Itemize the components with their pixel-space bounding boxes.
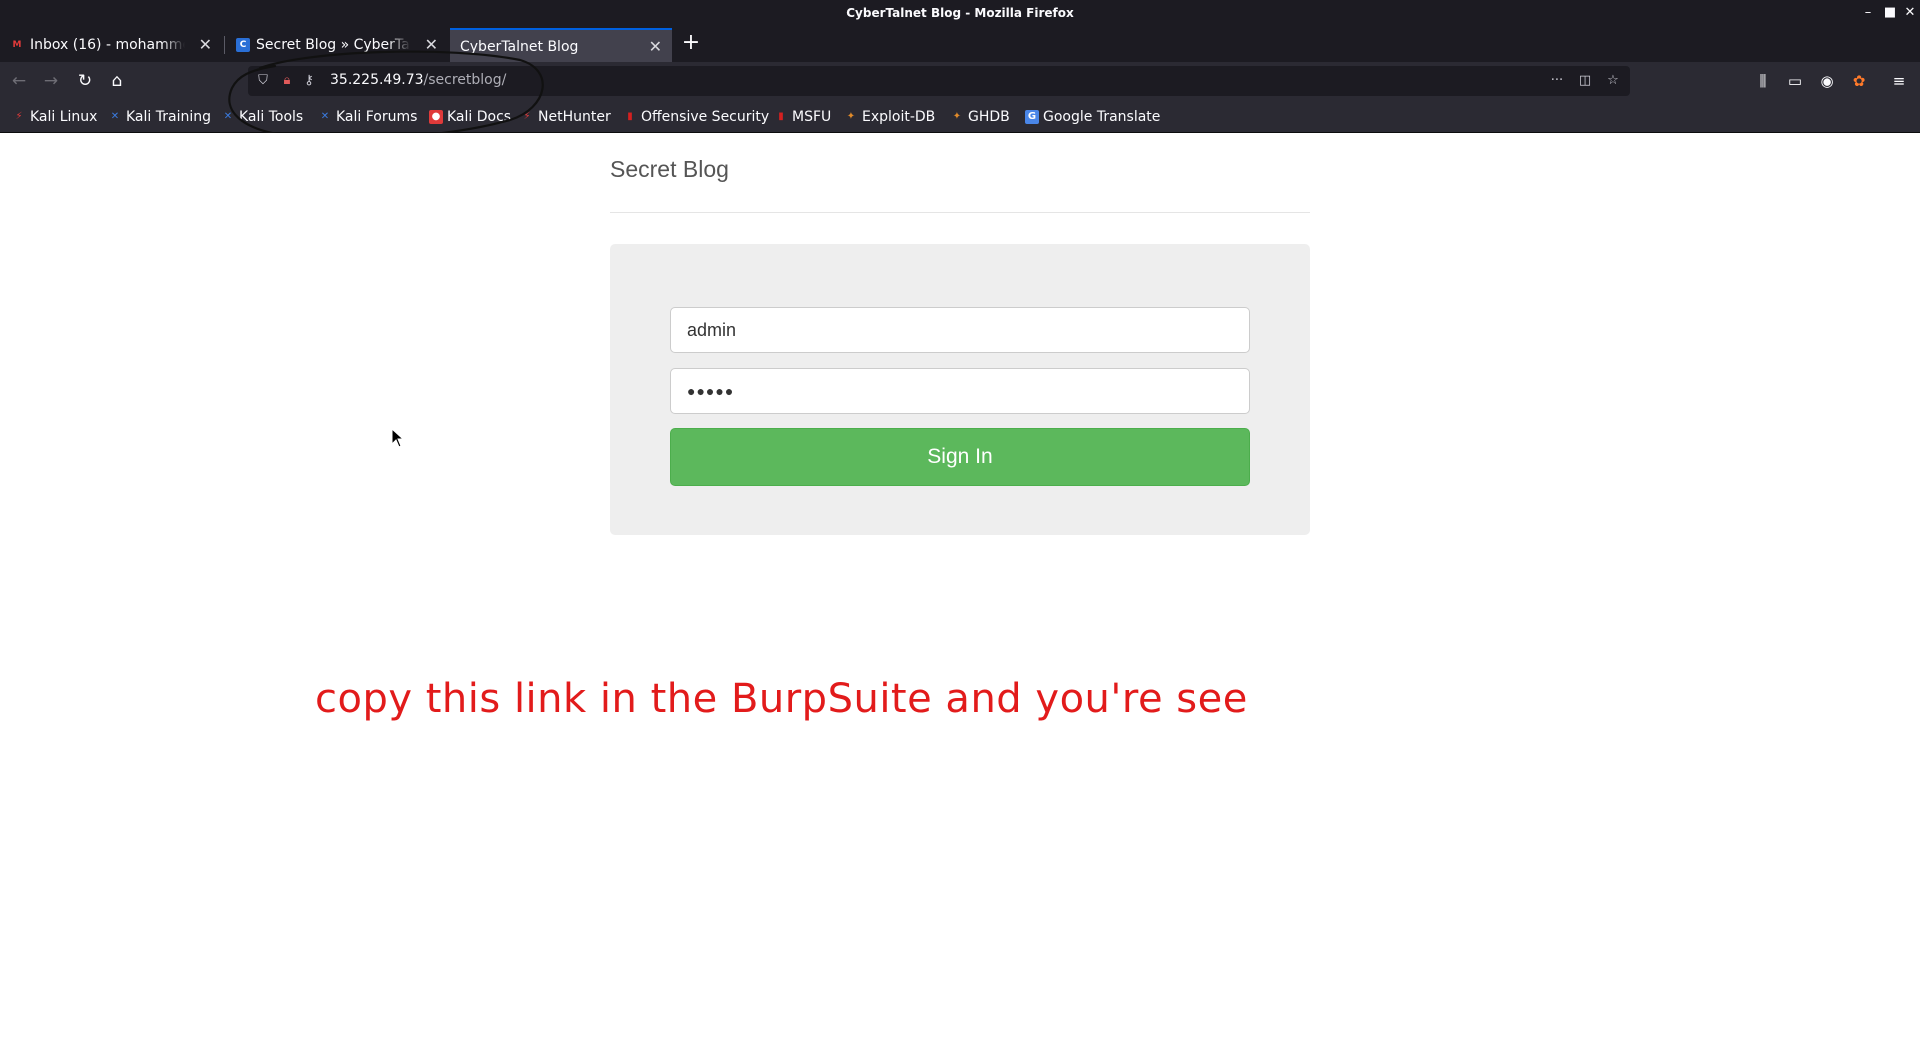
bookmark-label: Exploit-DB (862, 109, 936, 125)
page-actions-icon[interactable]: ··· (1548, 72, 1566, 90)
sign-in-button[interactable]: Sign In (670, 428, 1250, 486)
bookmark-label: Offensive Security (641, 109, 770, 125)
bookmark-label: GHDB (968, 109, 1010, 125)
offsec-icon: ▮ (627, 111, 633, 122)
annotation-circle (228, 50, 544, 140)
ghdb-icon: ✦ (952, 111, 962, 122)
back-arrow-icon[interactable]: ← (6, 68, 32, 94)
google-translate-icon: G (1025, 110, 1039, 124)
forward-arrow-icon[interactable]: → (38, 68, 64, 94)
account-icon[interactable]: ◉ (1814, 68, 1840, 94)
tab-inbox[interactable]: M Inbox (16) - mohammedal ✕ (0, 28, 222, 62)
sidebar-icon[interactable]: ▭ (1782, 68, 1808, 94)
menu-hamburger-icon[interactable]: ≡ (1886, 68, 1912, 94)
mouse-pointer-icon (391, 428, 405, 448)
password-field[interactable]: ●●●●● (670, 368, 1250, 414)
bookmark-ghdb[interactable]: ✦ GHDB (948, 107, 1010, 127)
bookmark-kali-linux[interactable]: ⚡ Kali Linux (10, 107, 97, 127)
bookmark-msfu[interactable]: ▮ MSFU (772, 107, 831, 127)
bookmark-exploit-db[interactable]: ✦ Exploit-DB (842, 107, 936, 127)
bookmark-label: Kali Linux (30, 109, 98, 125)
library-icon[interactable]: ⫼ (1750, 68, 1776, 94)
kali-dragon-icon: ⚡ (15, 111, 23, 122)
bookmark-label: Google Translate (1043, 109, 1161, 125)
window-titlebar: CyberTalnet Blog - Mozilla Firefox – ■ ✕ (0, 0, 1920, 26)
maximize-icon[interactable]: ■ (1880, 3, 1900, 23)
web-page: Secret Blog admin ●●●●● Sign In copy thi… (0, 133, 1920, 1049)
extension-fox-icon[interactable]: ✿ (1846, 68, 1872, 94)
bookmark-star-icon[interactable]: ☆ (1604, 72, 1622, 90)
new-tab-icon[interactable]: + (677, 30, 705, 58)
username-field[interactable]: admin (670, 307, 1250, 353)
gmail-icon: M (12, 40, 22, 50)
login-panel: admin ●●●●● Sign In (610, 244, 1310, 535)
exploitdb-icon: ✦ (846, 111, 856, 122)
minimize-icon[interactable]: – (1858, 3, 1878, 23)
close-window-icon[interactable]: ✕ (1900, 3, 1920, 23)
msfu-icon: ▮ (778, 111, 784, 122)
home-icon[interactable]: ⌂ (104, 68, 130, 94)
bookmark-kali-training[interactable]: ✕ Kali Training (106, 107, 211, 127)
close-tab-icon[interactable]: ✕ (199, 28, 212, 62)
tab-label: Inbox (16) - mohammedal (30, 37, 185, 53)
bookmark-google-translate[interactable]: G Google Translate (1023, 107, 1160, 127)
close-tab-icon[interactable]: ✕ (649, 30, 662, 62)
pocket-icon[interactable]: ◫ (1576, 72, 1594, 90)
kali-training-icon: ✕ (110, 111, 120, 122)
page-brand-title[interactable]: Secret Blog (610, 156, 729, 183)
bookmark-label: MSFU (792, 109, 832, 125)
window-title: CyberTalnet Blog - Mozilla Firefox (846, 6, 1074, 20)
bookmark-label: Kali Training (126, 109, 211, 125)
annotation-note: copy this link in the BurpSuite and you'… (315, 676, 1248, 722)
reload-icon[interactable]: ↻ (72, 68, 98, 94)
bookmark-offensive-security[interactable]: ▮ Offensive Security (621, 107, 769, 127)
header-divider (610, 212, 1310, 213)
